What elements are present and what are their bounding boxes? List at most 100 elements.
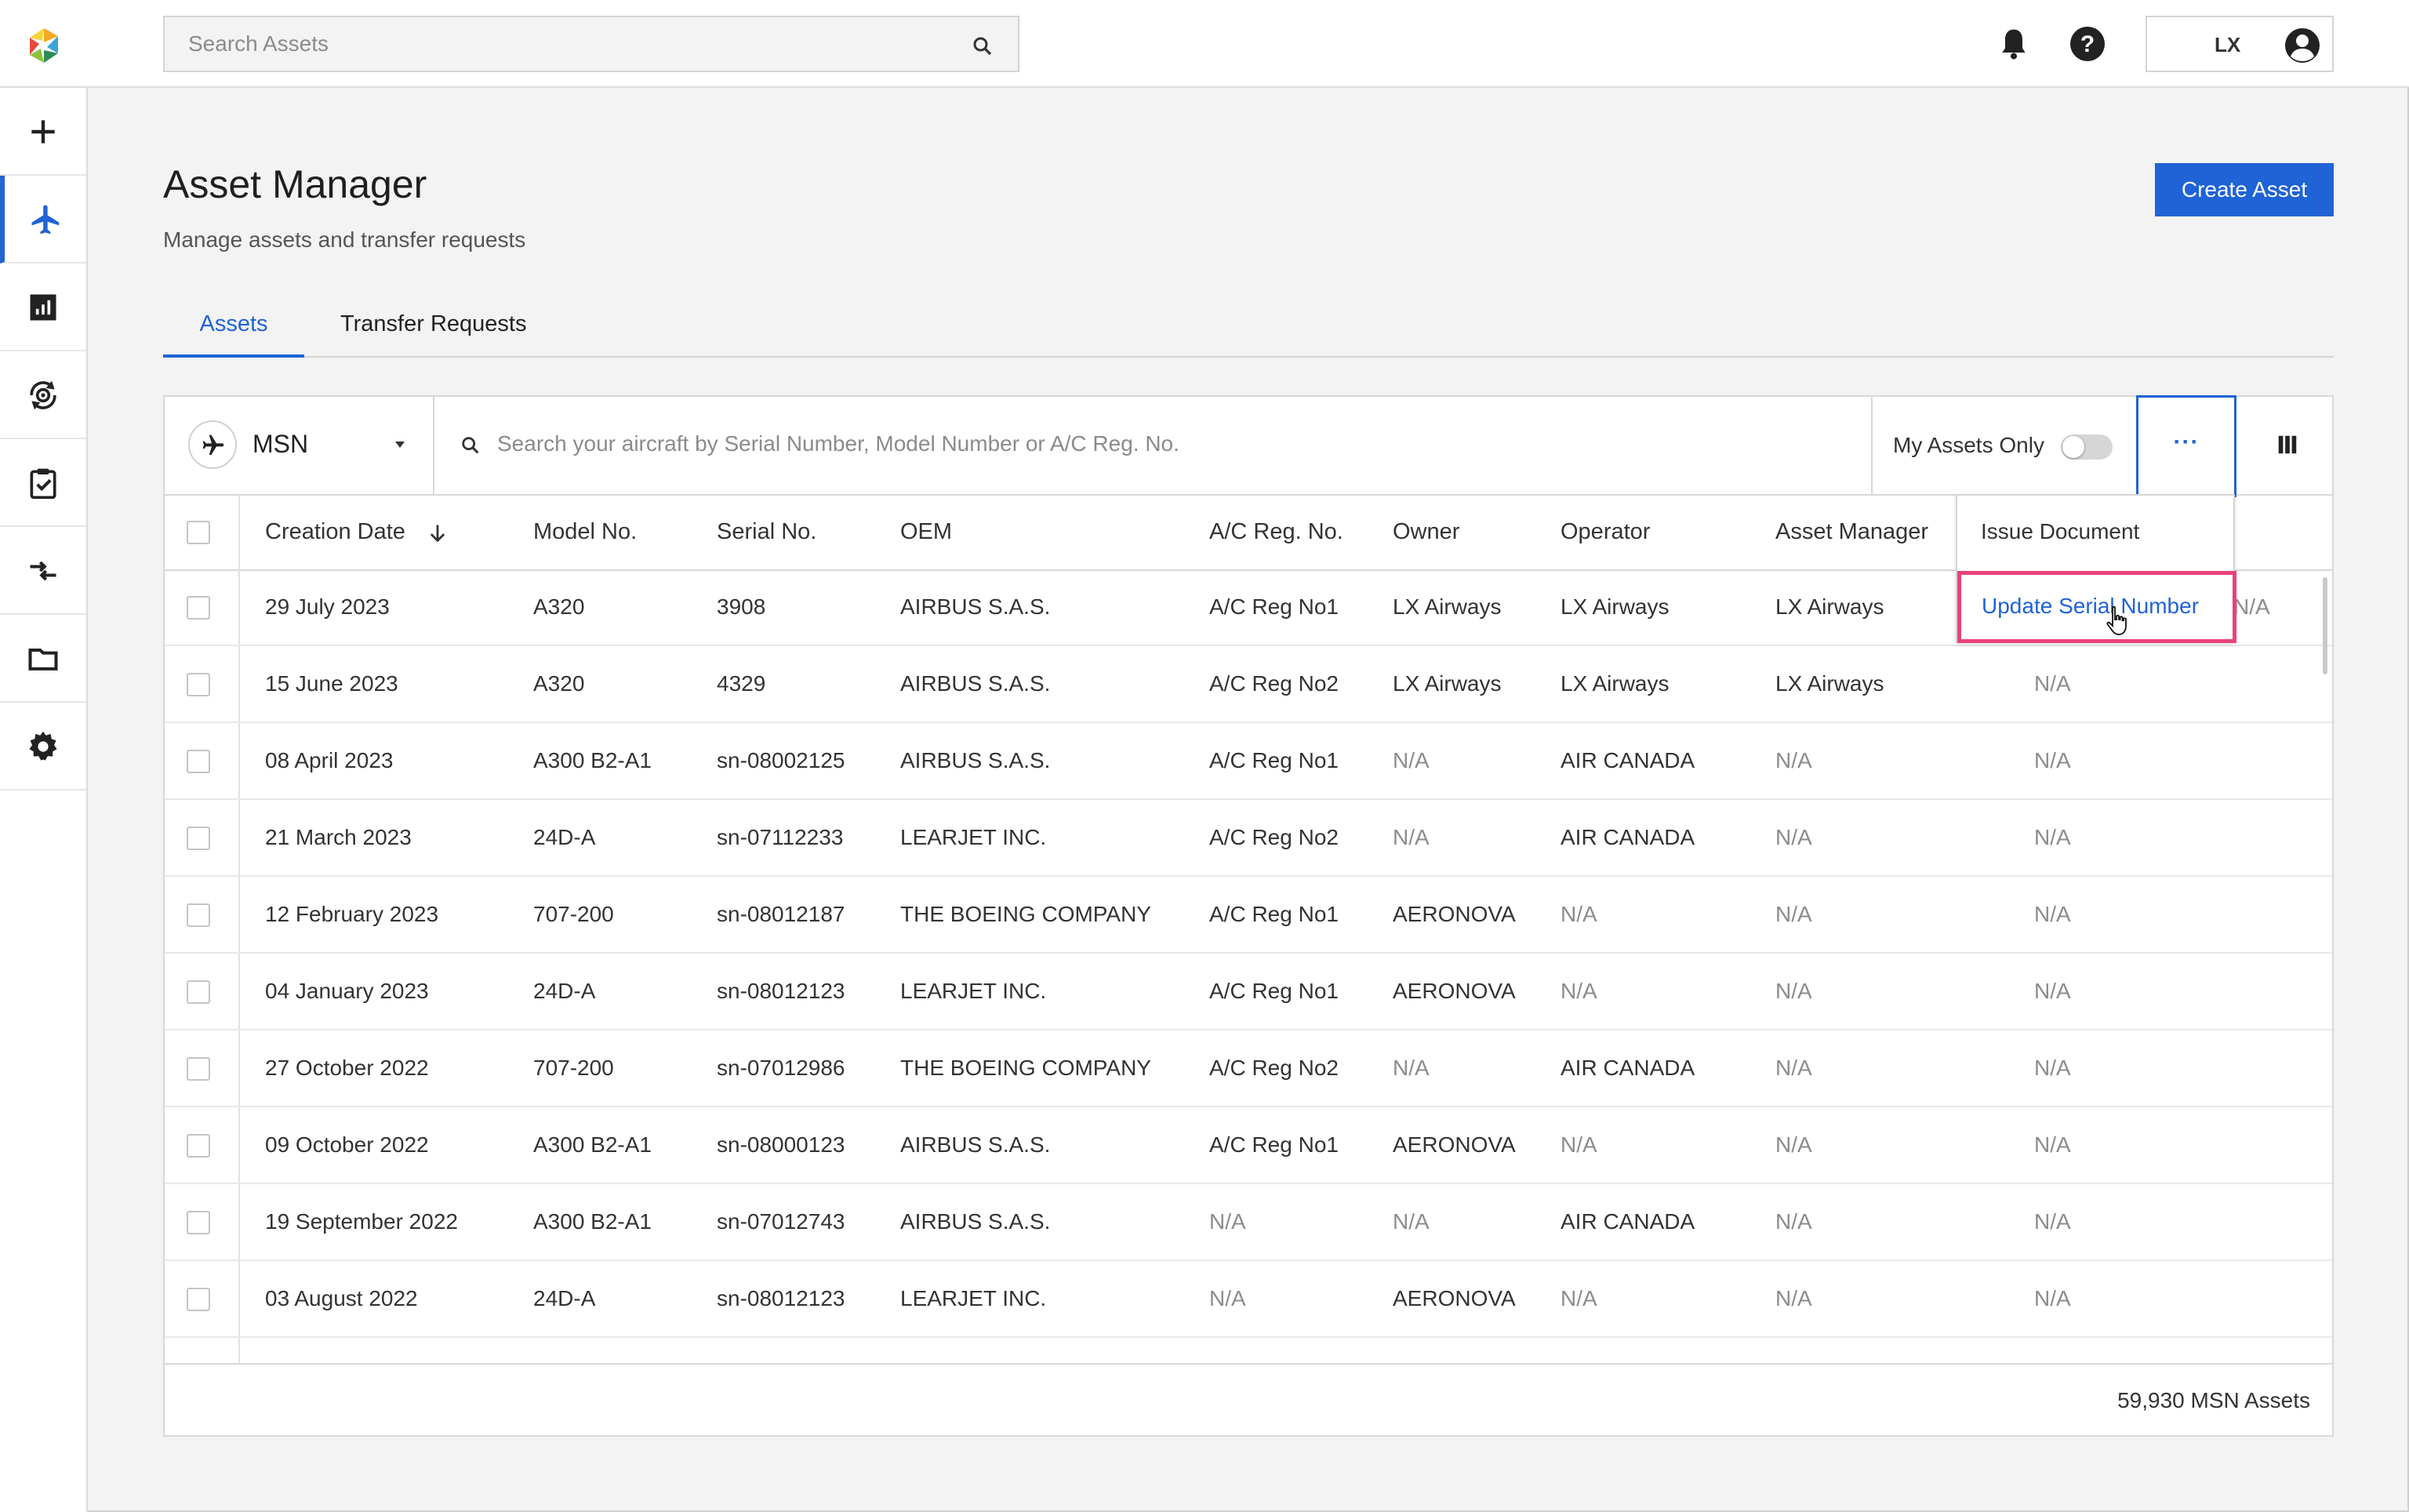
column-header-creation-date[interactable]: Creation Date <box>265 519 405 545</box>
table-row[interactable]: 15 June 2023 A320 4329 AIRBUS S.A.S. A/C Reg… <box>165 648 2332 723</box>
row-checkbox[interactable] <box>187 1134 210 1158</box>
column-header-ac-reg-no[interactable]: A/C Reg. No. <box>1209 519 1343 545</box>
cell-oem: AIRBUS S.A.S. <box>900 671 1051 696</box>
row-checkbox[interactable] <box>187 1288 210 1311</box>
cell-creation-date: 04 January 2023 <box>265 979 429 1003</box>
sidebar-item-sync[interactable] <box>0 351 86 439</box>
cell-extra: N/A <box>2034 748 2071 772</box>
cell-oem: AIRBUS S.A.S. <box>900 1209 1051 1234</box>
cell-operator: N/A <box>1561 902 1597 926</box>
cell-oem: AIRBUS S.A.S. <box>900 748 1051 772</box>
cell-serial-no: sn-07012743 <box>717 1209 845 1234</box>
toggle-knob <box>2062 436 2084 458</box>
row-checkbox[interactable] <box>187 596 210 620</box>
asset-type-select[interactable]: MSN <box>165 397 434 494</box>
cell-serial-no: sn-07112233 <box>717 825 844 849</box>
column-header-oem[interactable]: OEM <box>900 519 952 545</box>
table-row[interactable]: 08 April 2023 A300 B2-A1 sn-08002125 AIRBUS… <box>165 725 2332 800</box>
cell-serial-no: 3908 <box>717 594 766 619</box>
app-logo-icon[interactable] <box>24 25 64 66</box>
sidebar-item-transfers[interactable] <box>0 527 86 615</box>
table-row[interactable]: 21 March 2023 24D-A sn-07112233 LEARJET INC… <box>165 801 2332 877</box>
row-checkbox[interactable] <box>187 673 210 696</box>
create-asset-button[interactable]: Create Asset <box>2155 163 2334 216</box>
cell-extra: N/A <box>2034 825 2071 849</box>
row-checkbox[interactable] <box>187 980 210 1004</box>
sidebar-item-add[interactable] <box>0 88 86 176</box>
tab-transfer-requests[interactable]: Transfer Requests <box>340 309 526 358</box>
cell-model-no: A320 <box>533 594 585 619</box>
table-row[interactable]: 09 October 2022 A300 B2-A1 sn-08000123 AIRB… <box>165 1109 2332 1184</box>
cell-creation-date: 08 April 2023 <box>265 748 394 772</box>
table-row[interactable]: 03 August 2022 24D-A sn-08012123 LEARJET IN… <box>165 1263 2332 1338</box>
column-header-operator[interactable]: Operator <box>1561 519 1650 545</box>
row-checkbox[interactable] <box>187 903 210 927</box>
column-header-asset-manager[interactable]: Asset Manager <box>1775 519 1928 545</box>
cell-oem: AIRBUS S.A.S. <box>900 1132 1051 1157</box>
global-search-input[interactable]: Search Assets <box>163 16 1019 72</box>
more-actions-menu: Issue Document Update Serial Number <box>1956 494 2236 643</box>
cell-owner: LX Airways <box>1393 671 1502 696</box>
cell-asset-manager: N/A <box>1775 1286 1812 1310</box>
select-all-checkbox[interactable] <box>187 521 210 544</box>
cell-extra: N/A <box>2034 671 2071 696</box>
cell-ac-reg-no: A/C Reg No1 <box>1209 748 1339 772</box>
cell-ac-reg-no: A/C Reg No1 <box>1209 1132 1339 1157</box>
sidebar-item-reports[interactable] <box>0 264 86 351</box>
tab-assets[interactable]: Assets <box>163 309 304 358</box>
search-icon[interactable] <box>971 35 994 58</box>
cell-oem: AIRBUS S.A.S. <box>900 594 1051 619</box>
table-footer: 59,930 MSN Assets <box>165 1363 2332 1435</box>
cell-asset-manager: N/A <box>1775 979 1812 1003</box>
account-circle-icon <box>2285 28 2320 63</box>
more-horiz-icon: ··· <box>2173 429 2200 455</box>
cell-model-no: 24D-A <box>533 1286 596 1310</box>
notifications-bell-icon[interactable] <box>1997 27 2031 61</box>
aircraft-search-placeholder: Search your aircraft by Serial Number, M… <box>497 431 1179 456</box>
cell-oem: LEARJET INC. <box>900 825 1047 849</box>
menu-item-issue-document[interactable]: Issue Document <box>1981 519 2139 544</box>
sort-arrow-down-icon[interactable] <box>427 522 449 544</box>
cell-serial-no: sn-07012986 <box>717 1056 845 1080</box>
column-header-model-no[interactable]: Model No. <box>533 519 637 545</box>
sidebar-item-tasks[interactable] <box>0 439 86 527</box>
sidebar-item-documents[interactable] <box>0 615 86 703</box>
cell-ac-reg-no: A/C Reg No1 <box>1209 594 1339 619</box>
cell-extra: N/A <box>2034 902 2071 926</box>
cell-oem: LEARJET INC. <box>900 979 1047 1003</box>
cell-operator: AIR CANADA <box>1561 1056 1695 1080</box>
aircraft-search-input[interactable]: Search your aircraft by Serial Number, M… <box>436 397 1873 494</box>
row-checkbox[interactable] <box>187 827 210 850</box>
sidebar-item-settings[interactable] <box>0 703 86 791</box>
cell-owner: AERONOVA <box>1393 1132 1516 1157</box>
row-checkbox[interactable] <box>187 1211 210 1234</box>
table-row[interactable]: 04 January 2023 24D-A sn-08012123 LEARJET I… <box>165 955 2332 1030</box>
row-checkbox[interactable] <box>187 750 210 773</box>
table-scrollbar[interactable] <box>2323 577 2327 674</box>
table-row[interactable]: 19 September 2022 A300 B2-A1 sn-07012743 AI… <box>165 1186 2332 1261</box>
column-header-serial-no[interactable]: Serial No. <box>717 519 816 545</box>
column-settings-button[interactable] <box>2247 397 2332 494</box>
page-subtitle: Manage assets and transfer requests <box>163 227 526 252</box>
cell-model-no: A320 <box>533 671 585 696</box>
plus-icon <box>31 120 55 144</box>
help-icon[interactable]: ? <box>2069 25 2106 63</box>
row-checkbox[interactable] <box>187 1057 210 1081</box>
menu-item-update-serial-number[interactable]: Update Serial Number <box>1957 571 2236 643</box>
cell-asset-manager: N/A <box>1775 748 1812 772</box>
cell-creation-date: 15 June 2023 <box>265 671 398 696</box>
my-assets-toggle[interactable] <box>2061 434 2113 460</box>
search-placeholder: Search Assets <box>188 31 329 56</box>
sidebar-item-assets[interactable] <box>0 176 86 264</box>
table-row[interactable]: 12 February 2023 707-200 sn-08012187 THE BO… <box>165 878 2332 954</box>
column-header-owner[interactable]: Owner <box>1393 519 1459 545</box>
table-row[interactable]: 03 August 2022N/AN/AN/AN/AMHICathay Airw… <box>165 1339 2332 1365</box>
svg-text:?: ? <box>2080 31 2095 57</box>
user-menu[interactable]: LX <box>2146 16 2334 72</box>
user-initials: LX <box>2215 33 2241 56</box>
sidebar-nav <box>0 88 88 1512</box>
table-row[interactable]: 27 October 2022 707-200 sn-07012986 THE BOE… <box>165 1032 2332 1107</box>
cell-ac-reg-no: A/C Reg No1 <box>1209 902 1339 926</box>
more-actions-button[interactable]: ··· <box>2136 395 2236 497</box>
cell-operator: LX Airways <box>1561 671 1670 696</box>
